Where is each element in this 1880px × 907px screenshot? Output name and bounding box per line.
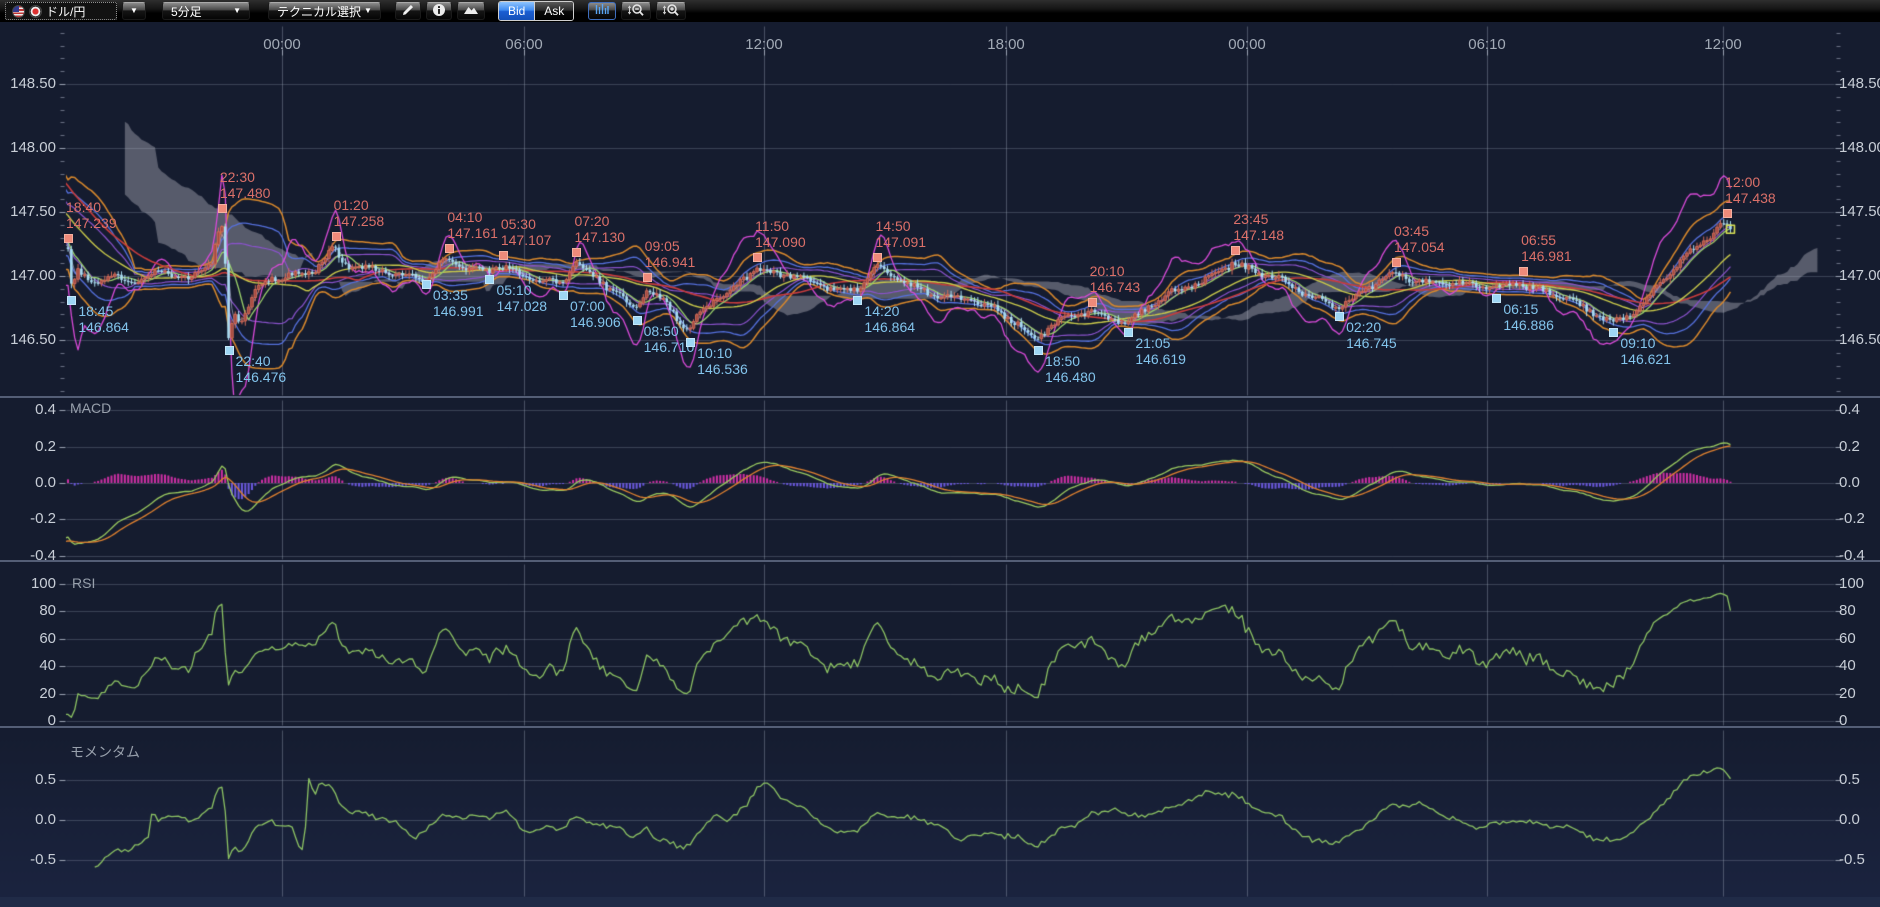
draw-tool-button[interactable] — [395, 2, 421, 20]
bid-button[interactable]: Bid — [499, 2, 534, 20]
us-flag-icon — [12, 5, 25, 18]
chevron-down-icon: ▼ — [130, 7, 138, 15]
timeframe-label: 5分足 — [171, 3, 202, 20]
macd-panel-title: MACD — [70, 400, 111, 416]
chevron-down-icon: ▼ — [364, 7, 372, 15]
info-button[interactable] — [426, 2, 452, 20]
zoom-out-button[interactable] — [621, 2, 651, 20]
area-chart-button[interactable] — [457, 2, 485, 20]
symbol-dropdown-button[interactable]: ▼ — [122, 2, 146, 20]
bottom-strip — [0, 897, 1880, 907]
panel-separator — [0, 560, 1880, 562]
mountain-icon — [463, 3, 479, 19]
panel-separator — [0, 726, 1880, 728]
technical-select-label: テクニカル選択 — [277, 3, 361, 20]
panel-separator — [0, 396, 1880, 398]
bid-ask-toggle: Bid Ask — [498, 1, 574, 21]
rsi-panel-title: RSI — [72, 575, 95, 591]
chevron-down-icon: ▼ — [233, 7, 241, 15]
candle-chart-icon — [594, 3, 610, 19]
info-icon — [432, 3, 446, 20]
toolbar: ドル/円 ▼ 5分足 ▼ テクニカル選択 ▼ Bid Ask — [0, 0, 1880, 22]
zoom-in-button[interactable] — [656, 2, 686, 20]
symbol-label: ドル/円 — [46, 3, 85, 20]
zoom-out-icon — [627, 3, 645, 20]
technical-select-button[interactable]: テクニカル選択 ▼ — [268, 2, 381, 20]
chart-stage: 00:0006:0012:0018:0000:0006:1012:00148.5… — [0, 0, 1880, 907]
pencil-icon — [401, 3, 415, 20]
ask-button[interactable]: Ask — [534, 2, 573, 20]
zoom-in-icon — [662, 3, 680, 20]
timeframe-select[interactable]: 5分足 ▼ — [162, 2, 250, 20]
symbol-select[interactable]: ドル/円 — [5, 2, 117, 20]
chart-canvas[interactable] — [0, 0, 1880, 907]
japan-flag-icon — [29, 5, 42, 18]
candle-chart-button[interactable] — [588, 2, 616, 20]
momentum-panel-title: モメンタム — [70, 742, 140, 762]
